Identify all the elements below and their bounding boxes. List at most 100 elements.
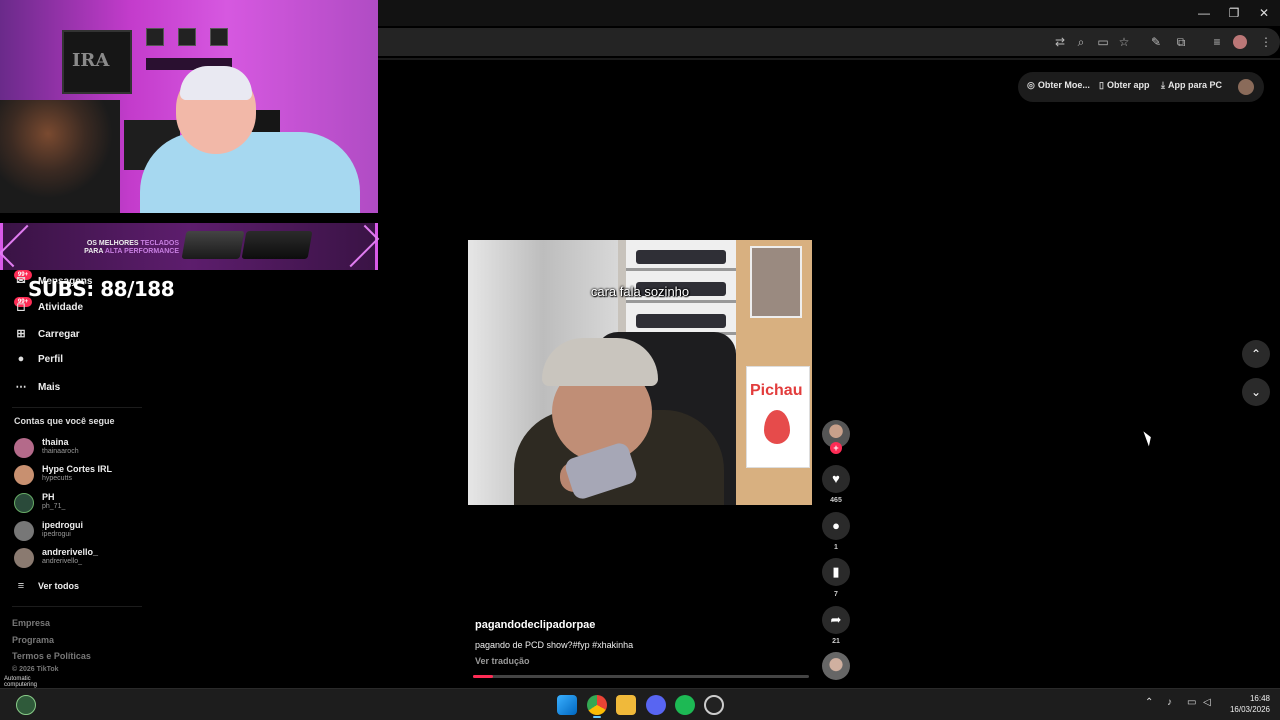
- zoom-icon[interactable]: ⌕: [1072, 33, 1090, 51]
- widget-icon[interactable]: [16, 695, 36, 715]
- video-player[interactable]: Pichau cara fala sozinho: [468, 240, 812, 505]
- page-divider: [378, 58, 1280, 60]
- video-poster: [750, 246, 802, 318]
- avatar: [14, 438, 34, 458]
- coin-icon: ◎: [1027, 80, 1035, 90]
- cam-person-right-body: [140, 132, 360, 213]
- chevron-up-icon: ⌃: [1250, 347, 1262, 361]
- bookmark-star-icon[interactable]: ☆: [1115, 33, 1133, 51]
- following-heading: Contas que você segue: [14, 416, 115, 426]
- see-all-link[interactable]: ≡ Ver todos: [14, 580, 79, 600]
- get-coins-button[interactable]: ◎ Obter Moe...: [1027, 80, 1090, 91]
- get-app-button[interactable]: ▯ Obter app: [1099, 80, 1149, 91]
- video-progress-fill: [473, 675, 494, 678]
- more-icon: ⋯: [15, 381, 27, 393]
- video-description: pagando de PCD show?#fyp #xhakinha: [475, 640, 634, 650]
- like-button[interactable]: ♥: [822, 465, 850, 493]
- media-controls-icon[interactable]: ≡: [1208, 33, 1226, 51]
- menu-icon[interactable]: ⋮: [1257, 33, 1275, 51]
- user-avatar[interactable]: [1238, 79, 1254, 95]
- profile-icon: ●: [17, 353, 25, 365]
- video-pichau-text: Pichau: [750, 382, 803, 399]
- close-button[interactable]: ✕: [1250, 4, 1278, 22]
- translate-icon[interactable]: ⇄: [1051, 33, 1069, 51]
- video-shelf: [626, 300, 736, 303]
- share-button[interactable]: ➦: [822, 606, 850, 634]
- bookmark-icon: ▮: [832, 564, 840, 579]
- pc-app-button[interactable]: ⤓ App para PC: [1161, 80, 1222, 91]
- volume-icon[interactable]: ◁: [1203, 697, 1211, 708]
- spotify-icon[interactable]: [675, 695, 695, 715]
- phone-icon: ▯: [1099, 80, 1104, 90]
- discord-icon[interactable]: [646, 695, 666, 715]
- webcam-overlay: IRA: [0, 0, 378, 213]
- microphone-icon[interactable]: ♪: [1167, 697, 1172, 708]
- save-button[interactable]: ▮: [822, 558, 850, 586]
- file-explorer-icon[interactable]: [616, 695, 636, 715]
- extensions-icon[interactable]: ⧉: [1172, 33, 1190, 51]
- video-author[interactable]: pagandodeclipadorpae: [475, 619, 595, 631]
- system-clock[interactable]: 16:48 16/03/2026: [1220, 693, 1270, 715]
- banner-text: OS MELHORES TECLADOS PARA ALTA PERFORMAN…: [84, 240, 179, 255]
- sidebar-divider: [12, 606, 142, 607]
- video-caption: cara fala sozinho: [590, 284, 690, 299]
- comment-button[interactable]: ●: [822, 512, 850, 540]
- download-icon: ⤓: [1161, 80, 1165, 90]
- heart-icon: ♥: [832, 471, 840, 486]
- keyboard-image: [241, 231, 313, 259]
- translate-link[interactable]: Ver tradução: [475, 656, 530, 666]
- taskbar-widget-label: Automatic computering: [4, 676, 38, 688]
- minimize-button[interactable]: —: [1190, 4, 1218, 22]
- chatgpt-icon[interactable]: [704, 695, 724, 715]
- video-flame-logo: [764, 410, 790, 444]
- cam-wall-frame: [210, 28, 228, 46]
- chevron-down-icon: ⌄: [1250, 385, 1262, 399]
- save-count: 7: [834, 591, 838, 598]
- active-indicator: [593, 716, 601, 718]
- sidebar-item-activity[interactable]: ◻ Atividade: [14, 300, 83, 320]
- maximize-button[interactable]: ❐: [1220, 4, 1248, 22]
- video-clothes: [636, 250, 726, 264]
- video-clothes: [636, 314, 726, 328]
- cam-wall-frame: [146, 28, 164, 46]
- footer-link-program[interactable]: Programa: [12, 635, 54, 645]
- sidebar-item-profile[interactable]: ● Perfil: [14, 353, 63, 373]
- browser-titlebar: [378, 0, 1280, 26]
- sidebar-divider: [12, 407, 142, 408]
- tray-chevron-icon[interactable]: ⌃: [1145, 697, 1153, 708]
- cam-person-cap: [180, 66, 252, 100]
- network-icon[interactable]: ▭: [1187, 697, 1196, 708]
- activity-icon: ◻: [16, 301, 26, 313]
- comment-count: 1: [834, 544, 838, 551]
- mouse-cursor: [1143, 429, 1154, 447]
- chrome-icon[interactable]: [587, 695, 607, 715]
- next-video-button[interactable]: ⌄: [1242, 378, 1270, 406]
- avatar: [14, 548, 34, 568]
- cast-icon[interactable]: ▭: [1094, 33, 1112, 51]
- keyboard-image: [181, 231, 245, 259]
- music-avatar[interactable]: [822, 652, 850, 680]
- address-bar[interactable]: [378, 28, 1280, 56]
- profile-avatar[interactable]: [1233, 35, 1247, 49]
- subs-counter: SUBS: 88/188: [28, 277, 175, 301]
- pen-icon[interactable]: ✎: [1147, 33, 1165, 51]
- taskbar: [0, 688, 1280, 720]
- upload-icon: ⊞: [16, 328, 26, 340]
- video-shelf: [626, 268, 736, 271]
- footer-link-company[interactable]: Empresa: [12, 618, 50, 628]
- like-count: 465: [830, 497, 842, 504]
- clock-date: 16/03/2026: [1229, 705, 1270, 714]
- sidebar-item-upload[interactable]: ⊞ Carregar: [14, 327, 79, 347]
- avatar: [14, 493, 34, 513]
- footer-link-terms[interactable]: Termos e Políticas: [12, 651, 91, 661]
- windows-start-icon[interactable]: [557, 695, 577, 715]
- messages-icon: ✉: [16, 275, 26, 287]
- avatar: [14, 465, 34, 485]
- follow-button[interactable]: +: [830, 442, 842, 454]
- share-icon: ➦: [830, 612, 842, 627]
- previous-video-button[interactable]: ⌃: [1242, 340, 1270, 368]
- comment-icon: ●: [832, 518, 840, 533]
- avatar: [14, 521, 34, 541]
- sidebar-item-more[interactable]: ⋯ Mais: [14, 380, 61, 400]
- video-progress-bar[interactable]: [473, 675, 809, 678]
